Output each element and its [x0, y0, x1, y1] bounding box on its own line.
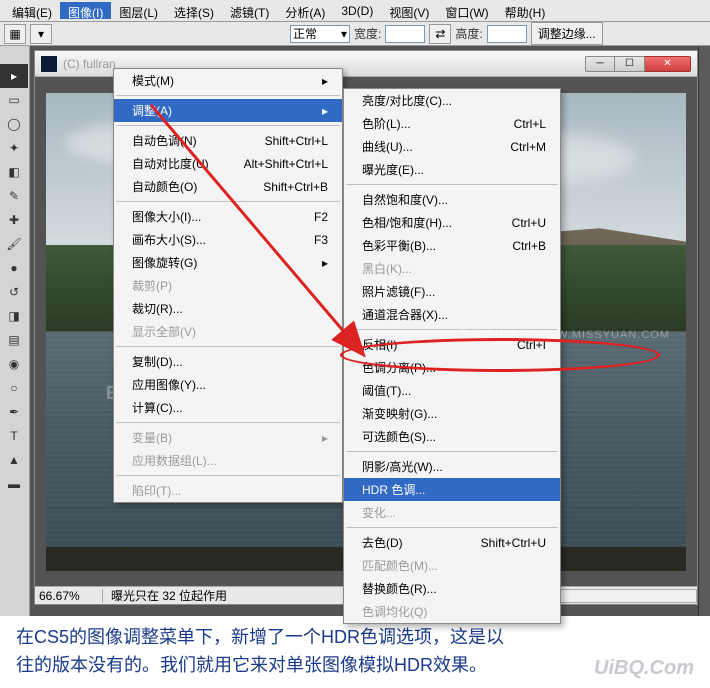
menu-layer[interactable]: 图层(L)	[111, 2, 166, 19]
menu-analysis[interactable]: 分析(A)	[277, 2, 333, 19]
dodge-tool[interactable]: ○	[0, 376, 28, 400]
tool-preset-dropdown-icon[interactable]: ▾	[30, 24, 52, 44]
menu-image[interactable]: 图像(I)	[60, 2, 111, 19]
adj-curves[interactable]: 曲线(U)...Ctrl+M	[344, 135, 560, 158]
adj-replace-color[interactable]: 替换颜色(R)...	[344, 577, 560, 600]
menu-trim[interactable]: 裁切(R)...	[114, 297, 342, 320]
stamp-tool[interactable]: ●	[0, 256, 28, 280]
adjustments-submenu: 亮度/对比度(C)... 色阶(L)...Ctrl+L 曲线(U)...Ctrl…	[343, 88, 561, 624]
menu-apply-image[interactable]: 应用图像(Y)...	[114, 373, 342, 396]
menu-apply-dataset: 应用数据组(L)...	[114, 449, 342, 472]
adj-color-balance[interactable]: 色彩平衡(B)...Ctrl+B	[344, 234, 560, 257]
menubar: 编辑(E) 图像(I) 图层(L) 选择(S) 滤镜(T) 分析(A) 3D(D…	[0, 0, 710, 22]
shape-tool[interactable]: ▬	[0, 472, 28, 496]
zoom-level[interactable]: 66.67%	[35, 589, 103, 603]
panel-dock[interactable]	[698, 46, 710, 616]
toolbox: ▸ ▭ ◯ ✦ ◧ ✎ ✚ 🖌 ● ↺ ◨ ▤ ◉ ○ ✒ T ▲ ▬	[0, 46, 30, 616]
menu-auto-color[interactable]: 自动颜色(O)Shift+Ctrl+B	[114, 175, 342, 198]
adj-gradient-map[interactable]: 渐变映射(G)...	[344, 402, 560, 425]
width-label: 宽度:	[354, 25, 381, 42]
adjust-edge-button[interactable]: 调整边缘...	[531, 22, 603, 45]
adj-posterize[interactable]: 色调分离(P)...	[344, 356, 560, 379]
menu-trap: 陷印(T)...	[114, 479, 342, 502]
menu-canvas-size[interactable]: 画布大小(S)...F3	[114, 228, 342, 251]
workspace: ▸ ▭ ◯ ✦ ◧ ✎ ✚ 🖌 ● ↺ ◨ ▤ ◉ ○ ✒ T ▲ ▬ (C) …	[0, 46, 710, 616]
maximize-button[interactable]: ☐	[615, 56, 645, 72]
minimize-button[interactable]: ─	[585, 56, 615, 72]
adj-match-color: 匹配颜色(M)...	[344, 554, 560, 577]
adj-shadows-highlights[interactable]: 阴影/高光(W)...	[344, 455, 560, 478]
adj-desaturate[interactable]: 去色(D)Shift+Ctrl+U	[344, 531, 560, 554]
blur-tool[interactable]: ◉	[0, 352, 28, 376]
adj-photo-filter[interactable]: 照片滤镜(F)...	[344, 280, 560, 303]
tutorial-caption: 在CS5的图像调整菜单下，新增了一个HDR色调选项，这是以 往的版本没有的。我们…	[0, 616, 710, 688]
adj-vibrance[interactable]: 自然饱和度(V)...	[344, 188, 560, 211]
adj-selective-color[interactable]: 可选颜色(S)...	[344, 425, 560, 448]
menu-adjustments[interactable]: 调整(A)▸	[114, 99, 342, 122]
watermark-uibq: UiBQ.Com	[594, 653, 694, 684]
menu-select[interactable]: 选择(S)	[166, 2, 222, 19]
options-bar: ▦ ▾ 正常▾ 宽度: ⇄ 高度: 调整边缘...	[0, 22, 710, 46]
adj-threshold[interactable]: 阈值(T)...	[344, 379, 560, 402]
menu-image-size[interactable]: 图像大小(I)...F2	[114, 205, 342, 228]
width-input[interactable]	[385, 25, 425, 43]
adj-levels[interactable]: 色阶(L)...Ctrl+L	[344, 112, 560, 135]
height-input[interactable]	[487, 25, 527, 43]
menu-edit[interactable]: 编辑(E)	[4, 2, 60, 19]
healing-tool[interactable]: ✚	[0, 208, 28, 232]
gradient-tool[interactable]: ▤	[0, 328, 28, 352]
swap-dimensions-icon[interactable]: ⇄	[429, 24, 451, 44]
pen-tool[interactable]: ✒	[0, 400, 28, 424]
menu-image-rotation[interactable]: 图像旋转(G)▸	[114, 251, 342, 274]
height-label: 高度:	[455, 25, 482, 42]
crop-tool[interactable]: ◧	[0, 160, 28, 184]
move-tool[interactable]: ▸	[0, 64, 28, 88]
eraser-tool[interactable]: ◨	[0, 304, 28, 328]
adj-black-white: 黑白(K)...	[344, 257, 560, 280]
adj-variations: 变化...	[344, 501, 560, 524]
type-tool[interactable]: T	[0, 424, 28, 448]
menu-window[interactable]: 窗口(W)	[437, 2, 496, 19]
path-select-tool[interactable]: ▲	[0, 448, 28, 472]
menu-view[interactable]: 视图(V)	[381, 2, 437, 19]
adj-hdr-toning[interactable]: HDR 色调...	[344, 478, 560, 501]
lasso-tool[interactable]: ◯	[0, 112, 28, 136]
blend-mode-select[interactable]: 正常▾	[290, 25, 350, 43]
history-brush-tool[interactable]: ↺	[0, 280, 28, 304]
status-info: 曝光只在 32 位起作用	[103, 587, 235, 604]
menu-calculations[interactable]: 计算(C)...	[114, 396, 342, 419]
menu-mode[interactable]: 模式(M)▸	[114, 69, 342, 92]
menu-filter[interactable]: 滤镜(T)	[222, 2, 277, 19]
menu-duplicate[interactable]: 复制(D)...	[114, 350, 342, 373]
blend-mode-label: 正常	[293, 25, 317, 42]
adj-exposure[interactable]: 曝光度(E)...	[344, 158, 560, 181]
watermark-studio: 思缘设计论坛 WWW.MISSYUAN.COM	[458, 326, 670, 342]
adj-brightness-contrast[interactable]: 亮度/对比度(C)...	[344, 89, 560, 112]
brush-tool[interactable]: 🖌	[0, 232, 28, 256]
ps-icon	[41, 56, 57, 72]
menu-auto-contrast[interactable]: 自动对比度(U)Alt+Shift+Ctrl+L	[114, 152, 342, 175]
menu-3d[interactable]: 3D(D)	[333, 2, 381, 19]
menu-reveal-all: 显示全部(V)	[114, 320, 342, 343]
menu-help[interactable]: 帮助(H)	[497, 2, 554, 19]
menu-variables: 变量(B)▸	[114, 426, 342, 449]
adj-hue-sat[interactable]: 色相/饱和度(H)...Ctrl+U	[344, 211, 560, 234]
caption-line1: 在CS5的图像调整菜单下，新增了一个HDR色调选项，这是以	[16, 624, 694, 652]
close-button[interactable]: ✕	[645, 56, 691, 72]
adj-equalize: 色调均化(Q)	[344, 600, 560, 623]
document-title: (C) fullran	[63, 57, 116, 71]
image-menu-dropdown: 模式(M)▸ 调整(A)▸ 自动色调(N)Shift+Ctrl+L 自动对比度(…	[113, 68, 343, 503]
wand-tool[interactable]: ✦	[0, 136, 28, 160]
eyedropper-tool[interactable]: ✎	[0, 184, 28, 208]
menu-crop: 裁剪(P)	[114, 274, 342, 297]
tool-preset-icon[interactable]: ▦	[4, 24, 26, 44]
marquee-tool[interactable]: ▭	[0, 88, 28, 112]
adj-channel-mixer[interactable]: 通道混合器(X)...	[344, 303, 560, 326]
menu-auto-tone[interactable]: 自动色调(N)Shift+Ctrl+L	[114, 129, 342, 152]
